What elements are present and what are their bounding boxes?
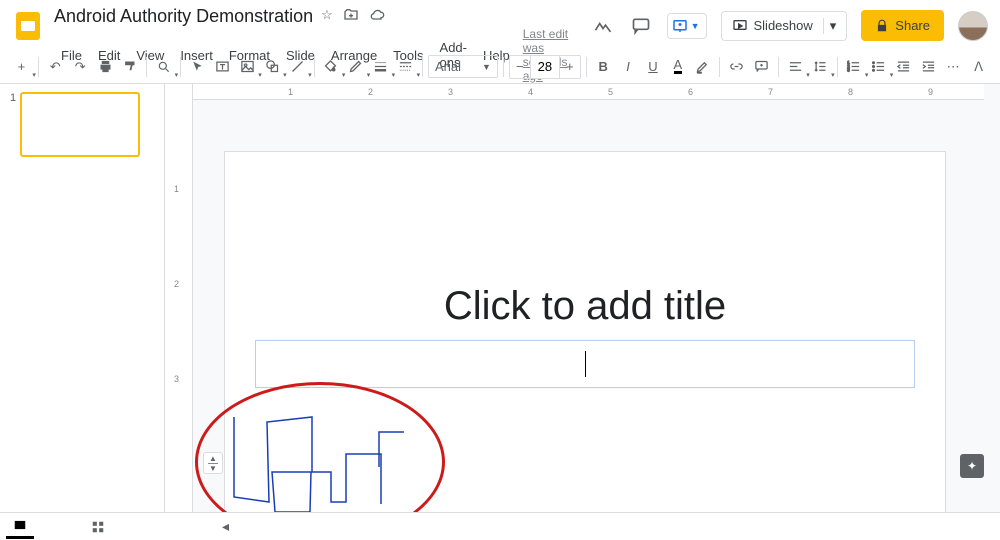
- text-color-button[interactable]: A: [666, 54, 689, 80]
- line-spacing-button[interactable]: [809, 54, 832, 80]
- slides-logo-icon[interactable]: [10, 8, 46, 44]
- line-tool[interactable]: [286, 54, 309, 80]
- move-folder-icon[interactable]: [343, 7, 359, 26]
- slide-number: 1: [10, 92, 16, 104]
- star-icon[interactable]: ☆: [321, 7, 333, 26]
- highlight-color-button[interactable]: [691, 54, 714, 80]
- select-tool[interactable]: [186, 54, 209, 80]
- filmstrip-view-button[interactable]: [6, 515, 34, 539]
- more-options-button[interactable]: ⋯: [942, 54, 965, 80]
- canvas-area: 1 2 3 1 2 3 4 5 6 7 8 9 Click to add tit…: [165, 84, 1000, 512]
- insert-link-button[interactable]: [725, 54, 748, 80]
- border-dash-button[interactable]: [394, 54, 417, 80]
- increase-indent-button[interactable]: [917, 54, 940, 80]
- app-header: Android Authority Demonstration ☆ File E…: [0, 0, 1000, 50]
- font-size-decrease[interactable]: −: [510, 56, 530, 78]
- present-dropdown[interactable]: ▼: [667, 13, 707, 39]
- speaker-notes-toggle[interactable]: ▲▼: [203, 452, 223, 474]
- border-color-button[interactable]: [344, 54, 367, 80]
- lock-icon: [875, 19, 889, 33]
- bottom-bar: ◂: [0, 512, 1000, 540]
- slideshow-button[interactable]: Slideshow ▾: [721, 11, 848, 41]
- paint-format-button[interactable]: [119, 54, 142, 80]
- border-weight-button[interactable]: [369, 54, 392, 80]
- slideshow-caret-icon[interactable]: ▾: [823, 18, 837, 34]
- workspace: 1 1 2 3 1 2 3 4 5 6 7 8 9 Click to add t…: [0, 84, 1000, 512]
- slide-thumbnail-1[interactable]: [20, 92, 140, 157]
- underline-button[interactable]: U: [642, 54, 665, 80]
- slide-panel: 1: [0, 84, 165, 512]
- font-size-increase[interactable]: +: [560, 56, 580, 78]
- cloud-status-icon[interactable]: [369, 7, 385, 26]
- present-icon: [732, 18, 748, 34]
- scribble-drawing[interactable]: [229, 402, 429, 512]
- bold-button[interactable]: B: [592, 54, 615, 80]
- numbered-list-button[interactable]: 123: [843, 54, 866, 80]
- new-slide-button[interactable]: +: [10, 54, 33, 80]
- title-placeholder-text: Click to add title: [444, 284, 726, 329]
- shape-tool[interactable]: [261, 54, 284, 80]
- bulleted-list-button[interactable]: [867, 54, 890, 80]
- horizontal-ruler[interactable]: 1 2 3 4 5 6 7 8 9: [193, 84, 984, 100]
- account-avatar[interactable]: [958, 11, 988, 41]
- document-title[interactable]: Android Authority Demonstration: [54, 6, 313, 27]
- svg-text:3: 3: [848, 68, 851, 73]
- zoom-button[interactable]: [152, 54, 175, 80]
- textbox-tool[interactable]: [211, 54, 234, 80]
- align-button[interactable]: [784, 54, 807, 80]
- image-tool[interactable]: [236, 54, 259, 80]
- undo-button[interactable]: ↶: [44, 54, 67, 80]
- italic-button[interactable]: I: [617, 54, 640, 80]
- vertical-ruler[interactable]: 1 2 3: [165, 84, 193, 512]
- decrease-indent-button[interactable]: [892, 54, 915, 80]
- activity-icon[interactable]: [591, 14, 615, 38]
- text-cursor: [585, 351, 586, 377]
- title-placeholder-box[interactable]: Click to add title: [255, 274, 915, 338]
- insert-comment-button[interactable]: [750, 54, 773, 80]
- font-family-select[interactable]: Arial▼: [428, 55, 498, 78]
- print-button[interactable]: [94, 54, 117, 80]
- comment-icon[interactable]: [629, 14, 653, 38]
- grid-view-button[interactable]: [84, 515, 112, 539]
- subtitle-textbox[interactable]: [255, 340, 915, 388]
- scroll-left-button[interactable]: ◂: [222, 518, 229, 535]
- redo-button[interactable]: ↷: [69, 54, 92, 80]
- fill-color-button[interactable]: [319, 54, 342, 80]
- share-button[interactable]: Share: [861, 10, 944, 41]
- collapse-toolbar-button[interactable]: ᐱ: [967, 54, 990, 80]
- explore-button[interactable]: ✦: [960, 454, 984, 478]
- font-size-control: − +: [509, 55, 581, 79]
- font-size-input[interactable]: [530, 56, 560, 78]
